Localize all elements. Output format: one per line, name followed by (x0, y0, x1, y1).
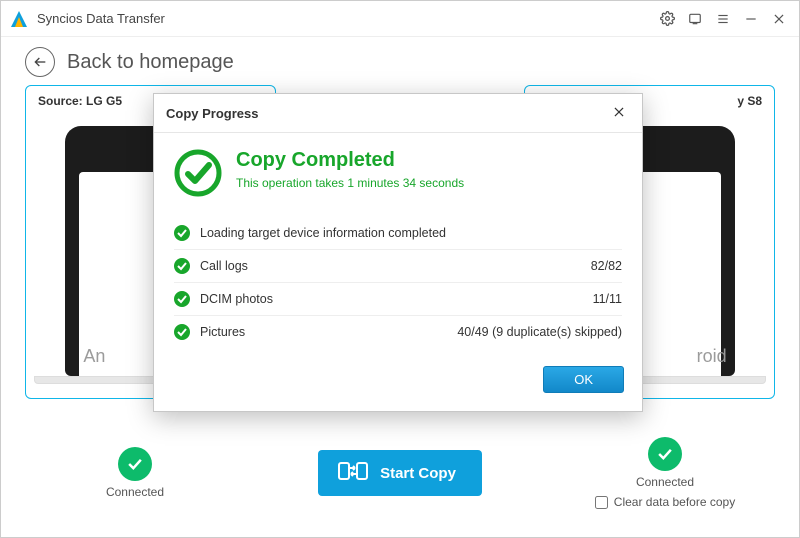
dialog-footer: OK (154, 366, 642, 411)
progress-row: Call logs 82/82 (174, 250, 622, 283)
row-label: DCIM photos (200, 292, 593, 306)
progress-row: Pictures 40/49 (9 duplicate(s) skipped) (174, 316, 622, 348)
dialog-titlebar: Copy Progress (154, 94, 642, 133)
dialog-headline: Copy Completed (236, 149, 464, 172)
check-icon (174, 324, 190, 340)
dialog-body: Copy Completed This operation takes 1 mi… (154, 133, 642, 366)
dialog-header: Copy Completed This operation takes 1 mi… (174, 149, 622, 197)
ok-label: OK (574, 372, 593, 387)
row-label: Call logs (200, 259, 591, 273)
dialog-subline: This operation takes 1 minutes 34 second… (236, 176, 464, 190)
modal-overlay: Copy Progress Copy Completed This operat… (1, 1, 799, 537)
dialog-title: Copy Progress (166, 106, 258, 121)
dialog-close-button[interactable] (608, 102, 630, 124)
copy-progress-dialog: Copy Progress Copy Completed This operat… (153, 93, 643, 412)
success-check-icon (174, 149, 222, 197)
progress-row: DCIM photos 11/11 (174, 283, 622, 316)
check-icon (174, 291, 190, 307)
check-icon (174, 258, 190, 274)
row-value: 40/49 (9 duplicate(s) skipped) (457, 325, 622, 339)
row-value: 11/11 (593, 292, 622, 306)
progress-row: Loading target device information comple… (174, 217, 622, 250)
ok-button[interactable]: OK (543, 366, 624, 393)
row-label: Pictures (200, 325, 457, 339)
row-label: Loading target device information comple… (200, 226, 622, 240)
check-icon (174, 225, 190, 241)
row-value: 82/82 (591, 259, 622, 273)
